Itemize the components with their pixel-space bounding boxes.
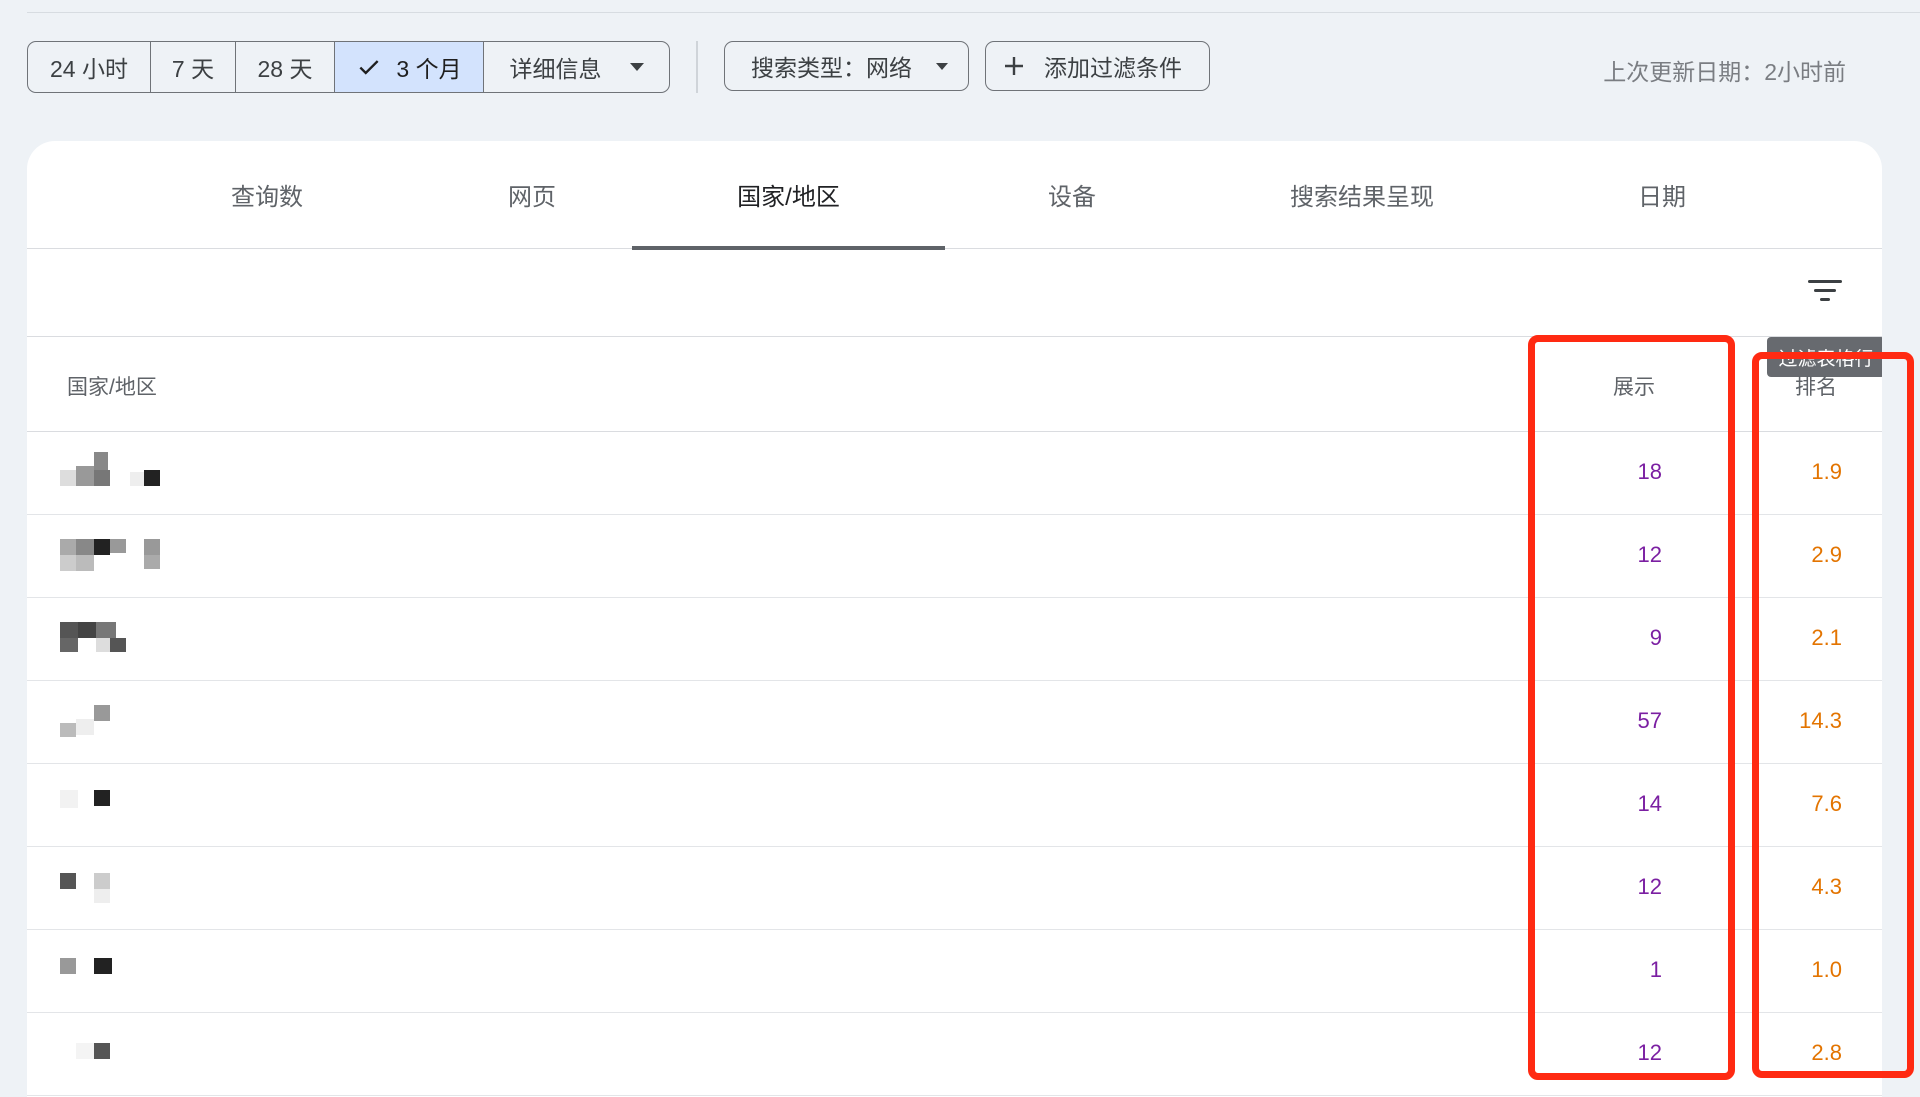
table-body: 18 1.9 12 2.9 9 2.1 57 14.3 14 7.6 12 4.… xyxy=(27,432,1882,1096)
search-type-label: 搜索类型：网络 xyxy=(751,55,912,81)
filter-icon[interactable] xyxy=(1808,278,1842,306)
impressions-cell: 14 xyxy=(1637,791,1662,816)
country-name-blurred xyxy=(60,950,180,990)
impressions-cell: 18 xyxy=(1637,459,1662,484)
impressions-cell: 12 xyxy=(1637,542,1662,567)
dimension-tabs: 查询数 网页 国家/地区 设备 搜索结果呈现 日期 xyxy=(27,141,1882,250)
country-name-blurred xyxy=(60,1033,180,1073)
header-country[interactable]: 国家/地区 xyxy=(67,371,157,401)
table-row[interactable]: 12 4.3 xyxy=(27,847,1882,930)
add-filter-label: 添加过滤条件 xyxy=(1044,55,1182,81)
report-card: 查询数 网页 国家/地区 设备 搜索结果呈现 日期 国家/地区 展示 排名 过滤… xyxy=(27,141,1882,1097)
range-28d-button[interactable]: 28 天 xyxy=(236,42,335,92)
table-row[interactable]: 57 14.3 xyxy=(27,681,1882,764)
table-row[interactable]: 18 1.9 xyxy=(27,432,1882,515)
position-cell: 2.1 xyxy=(1811,625,1842,650)
impressions-cell: 57 xyxy=(1637,708,1662,733)
tab-dates[interactable]: 日期 xyxy=(1582,141,1742,248)
range-label: 详细信息 xyxy=(509,56,602,82)
tab-queries[interactable]: 查询数 xyxy=(157,141,377,248)
top-divider xyxy=(27,12,1920,13)
date-range-selector: 24 小时 7 天 28 天 3 个月 详细信息 xyxy=(27,41,670,93)
country-name-blurred xyxy=(60,535,180,575)
position-cell: 7.6 xyxy=(1811,791,1842,816)
impressions-cell: 1 xyxy=(1649,957,1662,982)
filter-tooltip: 过滤表格行 xyxy=(1767,337,1882,377)
impressions-cell: 9 xyxy=(1649,625,1662,650)
impressions-cell: 12 xyxy=(1637,1040,1662,1065)
range-label: 7 天 xyxy=(171,56,215,82)
table-row[interactable]: 12 2.8 xyxy=(27,1013,1882,1096)
range-details-dropdown[interactable]: 详细信息 xyxy=(484,42,669,92)
tab-countries[interactable]: 国家/地区 xyxy=(632,141,945,250)
table-toolbar xyxy=(27,249,1882,337)
table-row[interactable]: 14 7.6 xyxy=(27,764,1882,847)
range-7d-button[interactable]: 7 天 xyxy=(151,42,236,92)
position-cell: 2.9 xyxy=(1811,542,1842,567)
position-cell: 1.0 xyxy=(1811,957,1842,982)
tab-pages[interactable]: 网页 xyxy=(432,141,632,248)
range-3m-button[interactable]: 3 个月 xyxy=(335,42,484,92)
range-label: 3 个月 xyxy=(396,56,462,82)
country-name-blurred xyxy=(60,867,180,907)
tab-label: 搜索结果呈现 xyxy=(1290,184,1434,211)
table-row[interactable]: 12 2.9 xyxy=(27,515,1882,598)
tab-label: 设备 xyxy=(1048,184,1096,211)
country-name-blurred xyxy=(60,618,180,658)
header-impressions[interactable]: 展示 xyxy=(1613,371,1655,401)
impressions-cell: 12 xyxy=(1637,874,1662,899)
tab-devices[interactable]: 设备 xyxy=(972,141,1172,248)
position-cell: 1.9 xyxy=(1811,459,1842,484)
country-name-blurred xyxy=(60,701,180,741)
country-name-blurred xyxy=(60,784,180,824)
range-label: 28 天 xyxy=(257,56,313,82)
check-icon xyxy=(359,60,379,75)
table-header: 国家/地区 展示 排名 过滤表格行 xyxy=(27,337,1882,432)
tab-label: 网页 xyxy=(508,184,556,211)
dropdown-caret-icon xyxy=(629,63,644,71)
toolbar: 24 小时 7 天 28 天 3 个月 详细信息 搜索类型：网络 添加过滤条件 … xyxy=(27,41,1893,93)
country-name-blurred xyxy=(60,452,180,492)
tab-label: 日期 xyxy=(1638,184,1686,211)
search-type-dropdown[interactable]: 搜索类型：网络 xyxy=(724,41,969,91)
plus-icon xyxy=(1005,57,1023,75)
table-row[interactable]: 1 1.0 xyxy=(27,930,1882,1013)
tab-search-appearance[interactable]: 搜索结果呈现 xyxy=(1232,141,1492,248)
range-24h-button[interactable]: 24 小时 xyxy=(28,42,151,92)
position-cell: 14.3 xyxy=(1799,708,1842,733)
add-filter-button[interactable]: 添加过滤条件 xyxy=(985,41,1210,91)
range-label: 24 小时 xyxy=(50,56,128,82)
dropdown-caret-icon xyxy=(936,62,948,70)
position-cell: 2.8 xyxy=(1811,1040,1842,1065)
table-row[interactable]: 9 2.1 xyxy=(27,598,1882,681)
toolbar-separator xyxy=(696,41,698,93)
tab-label: 国家/地区 xyxy=(737,184,840,211)
position-cell: 4.3 xyxy=(1811,874,1842,899)
search-console-performance: 24 小时 7 天 28 天 3 个月 详细信息 搜索类型：网络 添加过滤条件 … xyxy=(0,0,1920,1097)
tab-label: 查询数 xyxy=(231,184,303,211)
last-updated-text: 上次更新日期：2小时前 xyxy=(1603,59,1846,85)
